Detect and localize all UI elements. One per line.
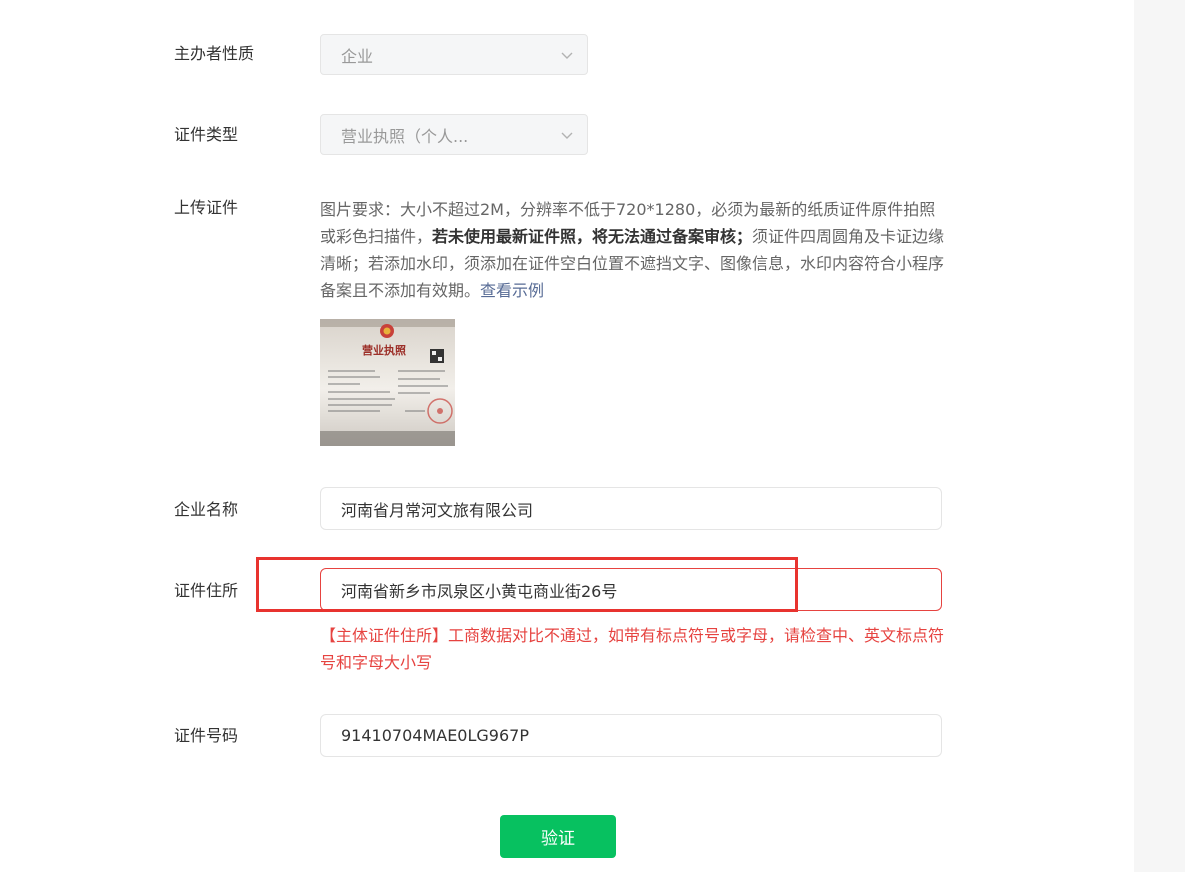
- chevron-down-icon: [561, 52, 573, 59]
- cert-address-label: 证件住所: [174, 581, 239, 600]
- cert-type-label: 证件类型: [174, 125, 239, 144]
- verify-button[interactable]: 验证: [500, 815, 616, 858]
- license-thumbnail[interactable]: 营业执照: [320, 319, 455, 446]
- right-gutter: [1134, 0, 1185, 872]
- company-name-input[interactable]: [320, 487, 942, 530]
- org-nature-label: 主办者性质: [174, 44, 255, 63]
- cert-number-input[interactable]: [320, 714, 942, 757]
- cert-number-label: 证件号码: [174, 726, 239, 745]
- cert-type-value: 营业执照（个人...: [341, 126, 469, 146]
- upload-requirements: 图片要求：大小不超过2M，分辨率不低于720*1280，必须为最新的纸质证件原件…: [320, 196, 945, 304]
- upload-desc-warning: 若未使用最新证件照，将无法通过备案审核；: [432, 227, 753, 246]
- chevron-down-icon: [561, 132, 573, 139]
- license-title: 营业执照: [362, 343, 406, 357]
- view-example-link[interactable]: 查看示例: [480, 281, 544, 300]
- cert-address-input[interactable]: [320, 568, 942, 611]
- cert-address-error: 【主体证件住所】工商数据对比不通过，如带有标点符号或字母，请检查中、英文标点符号…: [320, 626, 945, 672]
- company-name-label: 企业名称: [174, 500, 239, 519]
- upload-label: 上传证件: [174, 198, 239, 217]
- org-nature-value: 企业: [341, 46, 374, 66]
- cert-type-select[interactable]: 营业执照（个人...: [320, 114, 588, 155]
- org-nature-select[interactable]: 企业: [320, 34, 588, 75]
- license-image: 营业执照: [320, 319, 455, 446]
